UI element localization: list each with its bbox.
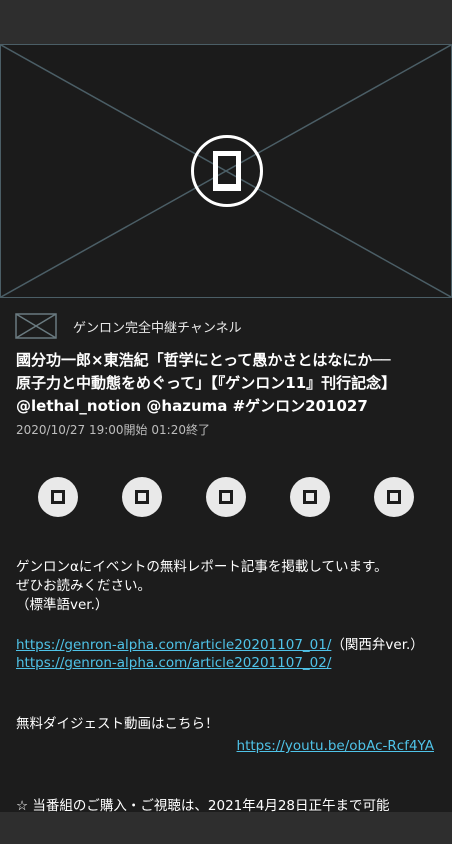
action-button-2[interactable] (122, 477, 162, 517)
description-link-row: https://genron-alpha.com/article20201107… (16, 636, 442, 655)
description-link-row: https://genron-alpha.com/article20201107… (16, 654, 442, 673)
action-button-3[interactable] (206, 477, 246, 517)
action-icon-2 (135, 490, 149, 504)
bottom-bar (0, 812, 452, 844)
action-button-5[interactable] (374, 477, 414, 517)
digest-link-row: https://youtu.be/obAc-Rcf4YA (16, 737, 434, 756)
video-player[interactable] (0, 44, 452, 298)
action-icon-5 (387, 490, 401, 504)
action-icon-4 (303, 490, 317, 504)
digest-video-link[interactable]: https://youtu.be/obAc-Rcf4YA (237, 738, 434, 754)
channel-name[interactable]: ゲンロン完全中継チャンネル (73, 317, 242, 336)
description-text: ぜひお読みください。 (16, 578, 151, 594)
program-datetime: 2020/10/27 19:00開始 01:20終了 (16, 423, 210, 437)
report-link-standard[interactable]: https://genron-alpha.com/article20201107… (16, 637, 331, 653)
action-button-4[interactable] (290, 477, 330, 517)
action-icon-1 (51, 490, 65, 504)
action-icon-3 (219, 490, 233, 504)
channel-thumbnail-icon (15, 313, 57, 339)
link-suffix: （関西弁ver.） (331, 637, 424, 653)
play-icon (213, 151, 241, 191)
program-title: 國分功一郎×東浩紀「哲学にとって愚かさとはなにか── 原子力と中動態をめぐって」… (16, 349, 442, 418)
program-title-line: 國分功一郎×東浩紀「哲学にとって愚かさとはなにか── (16, 351, 391, 369)
report-link-kansai[interactable]: https://genron-alpha.com/article20201107… (16, 655, 331, 671)
action-buttons (38, 477, 418, 519)
digest-text: 無料ダイジェスト動画はこちら！ (16, 716, 219, 732)
description-text: （標準語ver.） (16, 597, 109, 613)
program-title-line: 原子力と中動態をめぐって」【『ゲンロン11』刊行記念】 (16, 374, 397, 392)
program-title-line: @lethal_notion @hazuma #ゲンロン201027 (16, 397, 368, 415)
play-button[interactable] (191, 135, 263, 207)
status-bar (0, 0, 452, 44)
description-text: ゲンロンαにイベントの無料レポート記事を掲載しています。 (16, 559, 388, 575)
channel-row[interactable]: ゲンロン完全中継チャンネル (15, 313, 242, 339)
action-button-1[interactable] (38, 477, 78, 517)
